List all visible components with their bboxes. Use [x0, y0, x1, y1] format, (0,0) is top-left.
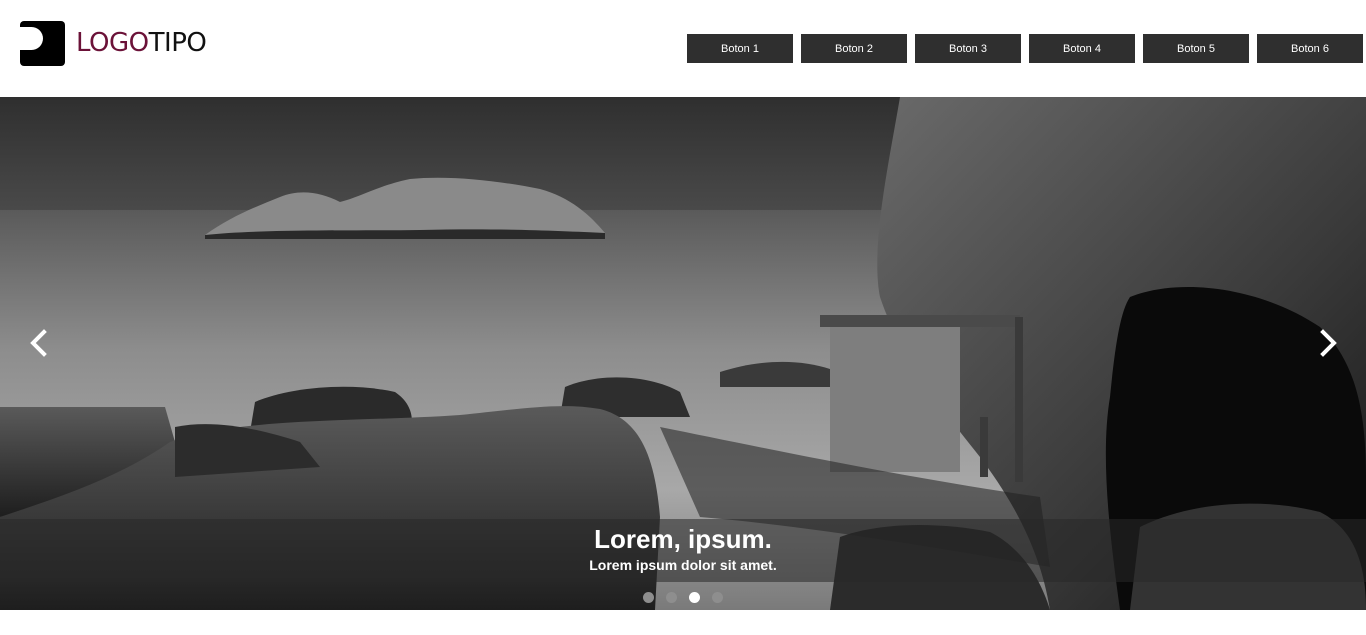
slide-caption-title: Lorem, ipsum. — [594, 524, 772, 554]
logo-mark-icon — [20, 20, 65, 66]
slide-indicators — [643, 592, 723, 603]
logo[interactable]: LOGOTIPO — [20, 20, 207, 66]
nav-button-4[interactable]: Boton 4 — [1029, 34, 1135, 63]
slide-dot-2[interactable] — [666, 592, 677, 603]
logo-text: LOGOTIPO — [76, 28, 207, 58]
nav-button-2[interactable]: Boton 2 — [801, 34, 907, 63]
logo-text-rest: TIPO — [148, 28, 207, 58]
slide-dot-1[interactable] — [643, 592, 654, 603]
next-slide-button[interactable] — [1314, 325, 1344, 361]
main-nav: Boton 1 Boton 2 Boton 3 Boton 4 Boton 5 … — [687, 34, 1363, 63]
logo-text-accent: LOGO — [76, 28, 149, 58]
image-slider: Lorem, ipsum. Lorem ipsum dolor sit amet… — [0, 97, 1366, 610]
slide-dot-3[interactable] — [689, 592, 700, 603]
nav-button-1[interactable]: Boton 1 — [687, 34, 793, 63]
site-header: LOGOTIPO Boton 1 Boton 2 Boton 3 Boton 4… — [0, 0, 1366, 97]
chevron-right-icon — [1320, 329, 1337, 357]
slide-dot-4[interactable] — [712, 592, 723, 603]
nav-button-5[interactable]: Boton 5 — [1143, 34, 1249, 63]
nav-button-3[interactable]: Boton 3 — [915, 34, 1021, 63]
nav-button-6[interactable]: Boton 6 — [1257, 34, 1363, 63]
prev-slide-button[interactable] — [23, 325, 53, 361]
slide-caption-text: Lorem ipsum dolor sit amet. — [589, 557, 777, 573]
chevron-left-icon — [30, 329, 47, 357]
